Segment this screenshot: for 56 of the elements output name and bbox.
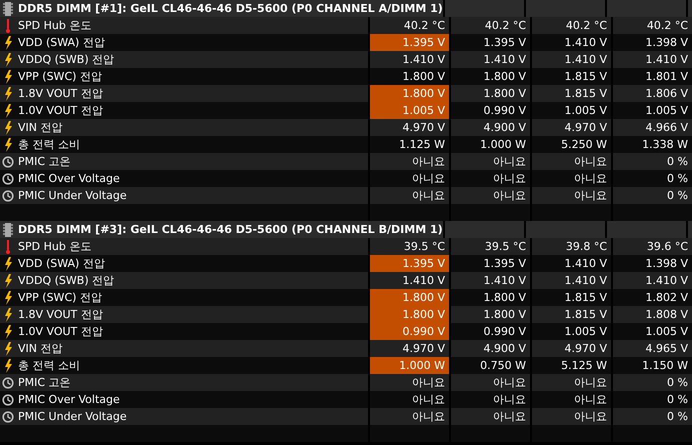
sensor-label: PMIC 고온: [18, 154, 71, 169]
sensor-label: PMIC 고온: [18, 375, 71, 390]
clock-icon: [2, 394, 14, 406]
sensor-label: PMIC Under Voltage: [18, 410, 127, 423]
sensor-label: VPP (SWC) 전압: [18, 69, 102, 84]
lightning-icon: [4, 36, 12, 50]
sensor-label: 총 전력 소비: [18, 358, 80, 373]
lightning-icon: [4, 70, 12, 84]
clock-icon: [2, 156, 14, 168]
sensor-label: VDDQ (SWB) 전압: [18, 52, 114, 67]
value-cell: 1.395 V: [368, 255, 449, 272]
sensor-label: VDD (SWA) 전압: [18, 35, 105, 50]
sensor-group-title: DDR5 DIMM [#3]: GeIL CL46-46-46 D5-5600 (P0 CHANNEL B/DIMM 1): [18, 223, 443, 236]
lightning-icon: [4, 138, 12, 152]
clock-icon: [2, 410, 14, 422]
sensor-label: SPD Hub 온도: [18, 239, 92, 254]
sensor-label: 1.0V VOUT 전압: [18, 103, 103, 118]
lightning-icon: [4, 52, 12, 66]
thermometer-icon: [5, 18, 11, 32]
sensor-label: VPP (SWC) 전압: [18, 290, 102, 305]
sensor-label: VIN 전압: [18, 120, 62, 135]
sensor-label: PMIC Under Voltage: [18, 189, 127, 202]
lightning-icon: [4, 290, 12, 304]
sensor-label: VDD (SWA) 전압: [18, 256, 105, 271]
lightning-icon: [4, 104, 12, 118]
sensor-label: 1.0V VOUT 전압: [18, 324, 103, 339]
chip-icon: [3, 2, 13, 16]
clock-icon: [2, 190, 14, 202]
lightning-icon: [4, 274, 12, 288]
lightning-icon: [4, 120, 12, 134]
sensor-label: SPD Hub 온도: [18, 18, 92, 33]
value-cell: 1.395 V: [368, 34, 449, 51]
sensor-label: VIN 전압: [18, 341, 62, 356]
lightning-icon: [4, 308, 12, 322]
value-cell: 1.000 W: [368, 357, 449, 374]
sensor-label: VDDQ (SWB) 전압: [18, 273, 114, 288]
lightning-icon: [4, 342, 12, 356]
sensor-label: 1.8V VOUT 전압: [18, 86, 103, 101]
lightning-icon: [4, 358, 12, 372]
sensor-group-title: DDR5 DIMM [#1]: GeIL CL46-46-46 D5-5600 (P0 CHANNEL A/DIMM 1): [18, 2, 443, 15]
value-cell: 1.800 V: [368, 85, 449, 102]
sensor-label: PMIC Over Voltage: [18, 172, 120, 185]
lightning-icon: [4, 324, 12, 338]
value-cell: 1.005 V: [368, 102, 449, 119]
clock-icon: [2, 376, 14, 388]
value-cell: 1.800 V: [368, 306, 449, 323]
sensor-label: PMIC Over Voltage: [18, 393, 120, 406]
clock-icon: [2, 172, 14, 184]
sensor-label: 1.8V VOUT 전압: [18, 307, 103, 322]
chip-icon: [3, 222, 13, 236]
value-cell: 1.800 V: [368, 289, 449, 306]
lightning-icon: [4, 256, 12, 270]
thermometer-icon: [5, 240, 11, 254]
value-cell: 0.990 V: [368, 323, 449, 340]
sensor-label: 총 전력 소비: [18, 137, 80, 152]
lightning-icon: [4, 86, 12, 100]
